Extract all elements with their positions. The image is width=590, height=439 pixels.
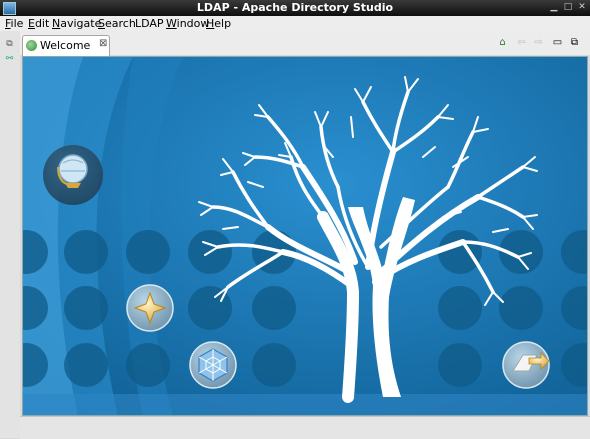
menu-search[interactable]: Search [98, 17, 136, 30]
samples-web-icon[interactable] [189, 341, 237, 389]
welcome-icon [26, 40, 37, 51]
menu-ldap[interactable]: LDAP [135, 17, 164, 30]
tab-label: Welcome [40, 39, 91, 52]
minimize-icon[interactable]: ▁ [548, 2, 560, 13]
close-icon[interactable]: ✕ [576, 2, 588, 13]
menu-navigate[interactable]: Navigate [52, 17, 101, 30]
tutorials-star-icon[interactable] [126, 284, 174, 332]
welcome-page [22, 56, 588, 416]
minimize-view-icon[interactable]: ▭ [551, 37, 564, 49]
home-icon[interactable]: ⌂ [496, 37, 509, 49]
menu-bar: File Edit Navigate Search LDAP Window He… [0, 16, 590, 31]
back-icon[interactable]: ⇦ [515, 37, 528, 49]
status-bar [20, 416, 590, 439]
connections-view-icon[interactable]: ⚯ [4, 54, 15, 64]
tab-welcome[interactable]: Welcome ⊠ [22, 35, 110, 56]
overview-globe-icon[interactable] [43, 145, 103, 205]
forward-icon[interactable]: ⇨ [532, 37, 545, 49]
menu-window[interactable]: Window [166, 17, 209, 30]
trim-stack: ⧉ ⚯ [0, 31, 20, 438]
menu-edit[interactable]: Edit [28, 17, 49, 30]
maximize-icon[interactable]: □ [562, 2, 574, 13]
title-bar: LDAP - Apache Directory Studio ▁ □ ✕ [0, 0, 590, 16]
welcome-artwork [23, 57, 587, 415]
editor-tab-bar: Welcome ⊠ ⌂ ⇦ ⇨ ▭ ⧉ [20, 31, 590, 56]
workbench-arrow-icon[interactable] [502, 341, 550, 389]
menu-file[interactable]: File [5, 17, 23, 30]
restore-view-icon[interactable]: ⧉ [4, 39, 15, 49]
window-title: LDAP - Apache Directory Studio [196, 1, 394, 14]
maximize-view-icon[interactable]: ⧉ [568, 37, 581, 49]
tab-close-icon[interactable]: ⊠ [99, 38, 107, 49]
menu-help[interactable]: Help [206, 17, 231, 30]
